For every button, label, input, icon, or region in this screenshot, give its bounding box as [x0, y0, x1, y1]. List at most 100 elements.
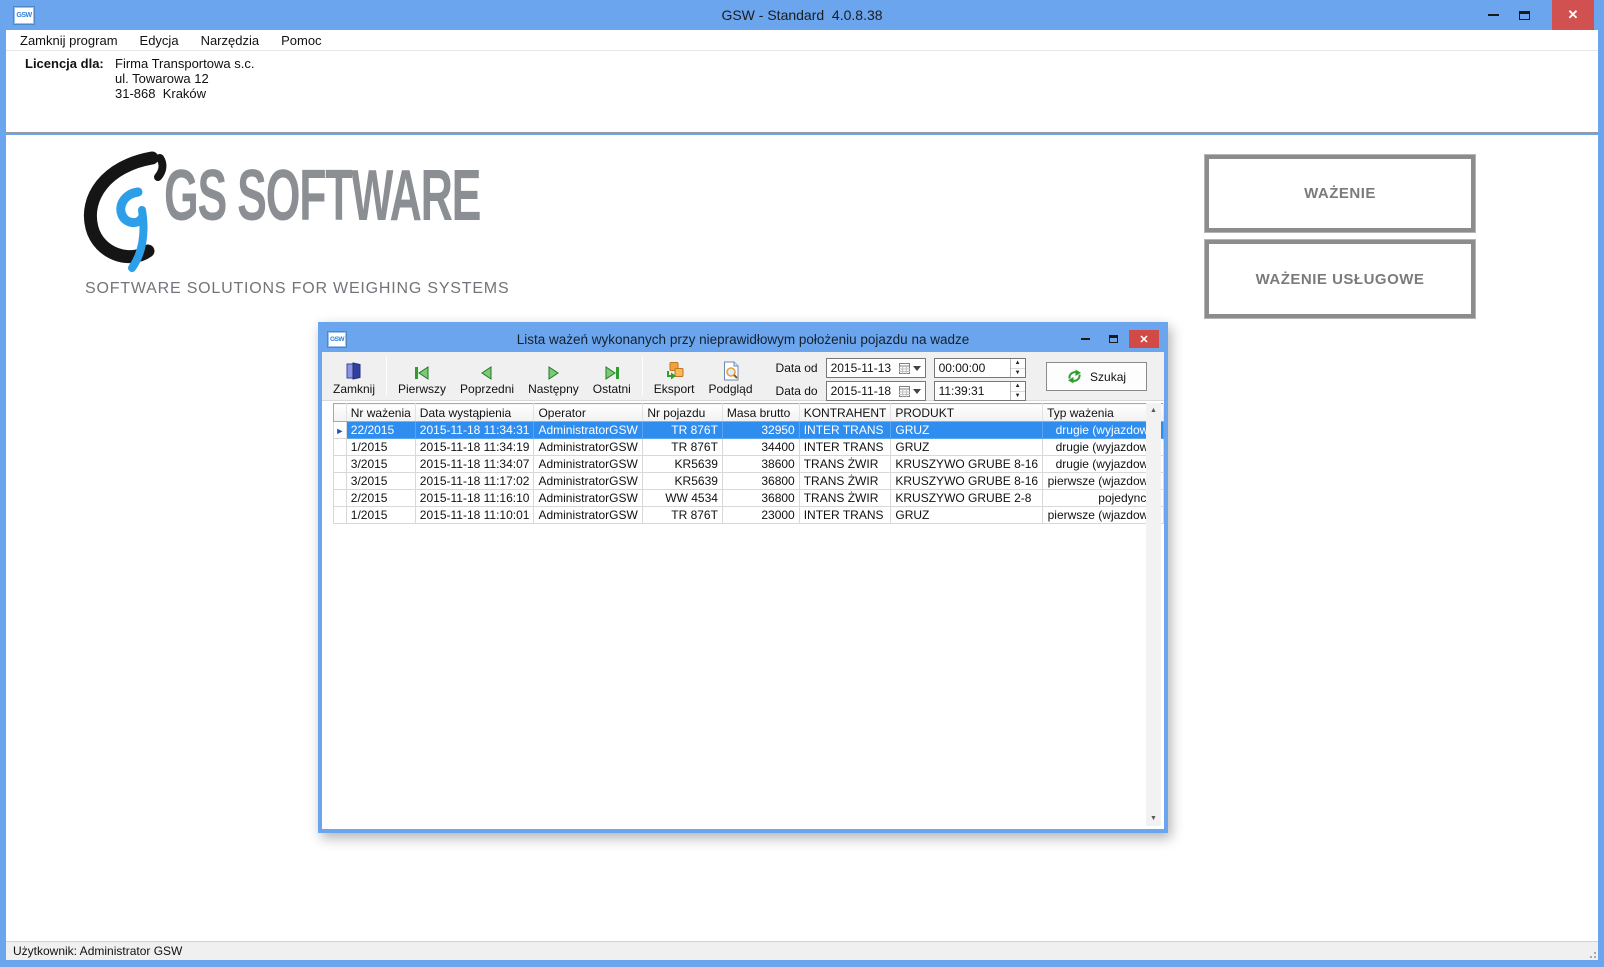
menu-item-pomoc[interactable]: Pomoc [270, 30, 332, 50]
main-titlebar: GSW GSW - Standard 4.0.8.38 ✕ [0, 0, 1604, 30]
maximize-icon [1109, 335, 1118, 343]
table-cell: INTER TRANS [799, 507, 891, 524]
toolbar-separator [386, 357, 387, 396]
column-header-masa-brutto[interactable]: Masa brutto [722, 404, 799, 422]
table-cell: 2015-11-18 11:34:19 [415, 439, 534, 456]
table-cell: 23000 [722, 507, 799, 524]
zamknij-toolbar-button[interactable]: Zamknij [326, 354, 382, 399]
podgl-d-toolbar-button[interactable]: Podgląd [701, 354, 759, 399]
calendar-icon [899, 386, 910, 397]
table-cell: GRUZ [891, 507, 1043, 524]
table-cell: 2015-11-18 11:34:07 [415, 456, 534, 473]
close-icon: ✕ [1568, 7, 1579, 23]
spinner-up-button[interactable]: ▲ [1011, 359, 1025, 369]
close-icon: ✕ [1139, 333, 1148, 346]
next-record-icon [543, 359, 563, 381]
maximize-button[interactable] [1509, 0, 1540, 30]
eksport-toolbar-button[interactable]: Eksport [647, 354, 702, 399]
scroll-down-button[interactable]: ▼ [1146, 811, 1161, 826]
license-panel: Licencja dla: Firma Transportowa s.c.ul.… [6, 51, 1598, 134]
column-header-nr-wa-enia[interactable]: Nr ważenia [346, 404, 415, 422]
preview-icon [722, 359, 740, 381]
time-to-input[interactable]: 11:39:31 ▲▼ [934, 381, 1026, 401]
logo-mark-icon [76, 150, 176, 300]
pierwszy-toolbar-button[interactable]: Pierwszy [391, 354, 453, 399]
dialog-toolbar: Zamknij Pierwszy PoprzedniNastępnyOstatni E… [322, 352, 1164, 401]
table-cell: 1/2015 [346, 439, 415, 456]
time-from-input[interactable]: 00:00:00 ▲▼ [934, 358, 1026, 378]
search-refresh-icon [1066, 368, 1083, 385]
dialog-close-button[interactable]: ✕ [1129, 330, 1159, 348]
table-row[interactable]: 1/20152015-11-18 11:10:01AdministratorGS… [334, 507, 1164, 524]
license-address: Firma Transportowa s.c.ul. Towarowa 1231… [115, 56, 254, 101]
application-window: GSW GSW - Standard 4.0.8.38 ✕ Zamknij pr… [0, 0, 1604, 967]
date-to-input[interactable]: 2015-11-18 [826, 381, 926, 401]
row-marker-cell [334, 490, 347, 507]
row-marker-column-header [334, 404, 347, 422]
previous-record-icon [477, 359, 497, 381]
table-cell: GRUZ [891, 422, 1043, 439]
menu-item-narz-dzia[interactable]: Narzędzia [190, 30, 271, 50]
table-cell: 2/2015 [346, 490, 415, 507]
table-cell: TRANS ŻWIR [799, 456, 891, 473]
calendar-icon [899, 363, 910, 374]
resize-grip[interactable] [1586, 948, 1596, 958]
company-logo: GS SOFTWARE SOFTWARE SOLUTIONS FOR WEIGH… [76, 147, 696, 327]
minimize-button[interactable] [1478, 0, 1509, 30]
toolbar-button-label: Eksport [654, 382, 695, 396]
close-button[interactable]: ✕ [1552, 0, 1594, 30]
szukaj-button[interactable]: Szukaj [1046, 362, 1147, 391]
spinner-up-button[interactable]: ▲ [1011, 382, 1025, 392]
column-header-operator[interactable]: Operator [534, 404, 643, 422]
table-cell: 3/2015 [346, 456, 415, 473]
spinner-down-button[interactable]: ▼ [1011, 392, 1025, 401]
table-row[interactable]: 2/20152015-11-18 11:16:10AdministratorGS… [334, 490, 1164, 507]
table-cell: TR 876T [643, 422, 723, 439]
spinner-down-button[interactable]: ▼ [1011, 369, 1025, 378]
dialog-body: Nr ważeniaData wystąpieniaOperatorNr poj… [322, 401, 1164, 829]
date-from-input[interactable]: 2015-11-13 [826, 358, 926, 378]
table-row[interactable]: 3/20152015-11-18 11:34:07AdministratorGS… [334, 456, 1164, 473]
table-cell: GRUZ [891, 439, 1043, 456]
table-cell: KR5639 [643, 473, 723, 490]
table-cell: 3/2015 [346, 473, 415, 490]
wazenie-button[interactable]: WAŻENIE [1205, 155, 1475, 232]
menu-item-edycja[interactable]: Edycja [129, 30, 190, 50]
table-row[interactable]: 3/20152015-11-18 11:17:02AdministratorGS… [334, 473, 1164, 490]
column-header-produkt[interactable]: PRODUKT [891, 404, 1043, 422]
weighings-table: Nr ważeniaData wystąpieniaOperatorNr poj… [333, 403, 1164, 524]
scroll-up-button[interactable]: ▲ [1146, 403, 1161, 418]
last-record-icon [602, 359, 622, 381]
poprzedni-toolbar-button[interactable]: Poprzedni [453, 354, 521, 399]
table-row[interactable]: ►22/20152015-11-18 11:34:31Administrator… [334, 422, 1164, 439]
row-marker-cell [334, 507, 347, 524]
table-row[interactable]: 1/20152015-11-18 11:34:19AdministratorGS… [334, 439, 1164, 456]
column-header-nr-pojazdu[interactable]: Nr pojazdu [643, 404, 723, 422]
column-header-kontrahent[interactable]: KONTRAHENT [799, 404, 891, 422]
export-icon [664, 359, 684, 381]
main-content: GS SOFTWARE SOFTWARE SOLUTIONS FOR WEIGH… [6, 135, 1598, 941]
calendar-dropdown-button[interactable] [897, 382, 925, 400]
toolbar-button-label: Pierwszy [398, 382, 446, 396]
calendar-dropdown-button[interactable] [897, 359, 925, 377]
table-cell: 2015-11-18 11:16:10 [415, 490, 534, 507]
ostatni-toolbar-button[interactable]: Ostatni [586, 354, 638, 399]
status-bar: Użytkownik: Administrator GSW [6, 941, 1598, 960]
dialog-maximize-button[interactable] [1101, 330, 1126, 348]
table-cell: TR 876T [643, 507, 723, 524]
table-cell: TR 876T [643, 439, 723, 456]
table-cell: 2015-11-18 11:10:01 [415, 507, 534, 524]
column-header-data-wyst-pienia[interactable]: Data wystąpienia [415, 404, 534, 422]
logo-tagline: SOFTWARE SOLUTIONS FOR WEIGHING SYSTEMS [85, 280, 509, 298]
dialog-minimize-button[interactable] [1073, 330, 1098, 348]
table-cell: 36800 [722, 473, 799, 490]
wazenie-uslugowe-button[interactable]: WAŻENIE USŁUGOWE [1205, 240, 1475, 318]
toolbar-button-label: Podgląd [708, 382, 752, 396]
row-marker-cell [334, 456, 347, 473]
menu-item-zamknij-program[interactable]: Zamknij program [9, 30, 129, 50]
first-record-icon [412, 359, 432, 381]
nast-pny-toolbar-button[interactable]: Następny [521, 354, 586, 399]
vertical-scrollbar[interactable]: ▲ ▼ [1146, 403, 1161, 826]
license-line: ul. Towarowa 12 [115, 71, 254, 86]
table-cell: AdministratorGSW [534, 422, 643, 439]
